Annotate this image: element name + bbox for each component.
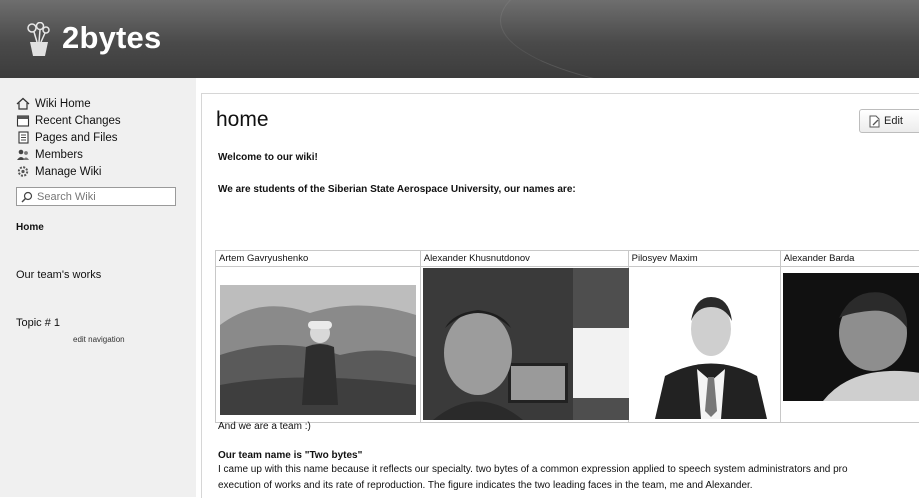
photo-cell [420,267,628,423]
nav-manage-wiki[interactable]: Manage Wiki [16,163,101,180]
nav-recent-changes[interactable]: Recent Changes [16,112,121,129]
table-photo-row [216,267,919,423]
pages-icon [16,131,30,144]
sidebar: Wiki Home Recent Changes Pages and Files… [0,78,196,497]
paragraph-2: execution of works and its rate of repro… [218,480,753,491]
edit-navigation-link[interactable]: edit navigation [73,335,125,344]
team-member-name: Alexander Khusnutdonov [420,251,628,267]
site-header: 2bytes [0,0,919,78]
edit-button[interactable]: Edit [859,109,919,133]
nav-label: Members [35,149,83,161]
search-box[interactable] [16,187,176,206]
nav-label: Manage Wiki [35,166,101,178]
page-title: home [216,108,269,132]
member-photo-pilosyev [655,281,767,419]
house-icon [16,97,30,110]
members-icon [16,148,30,161]
calendar-icon [16,114,30,127]
member-photo-artem [220,285,416,415]
sidebar-link-team-works[interactable]: Our team's works [16,269,101,281]
team-member-name: Pilosyev Maxim [628,251,780,267]
member-photo-alexander-b [783,273,919,401]
site-title[interactable]: 2bytes [62,20,161,56]
sidebar-link-home[interactable]: Home [16,222,44,233]
plant-pot-icon[interactable] [26,22,52,58]
nav-pages-and-files[interactable]: Pages and Files [16,129,117,146]
gear-icon [16,165,30,178]
content-area: home Edit Welcome to our wiki! We are st… [201,93,919,498]
sidebar-link-topic-1[interactable]: Topic # 1 [16,317,60,329]
edit-button-label: Edit [884,115,903,127]
paragraph-1: I came up with this name because it refl… [218,464,848,475]
welcome-text: Welcome to our wiki! [218,152,318,163]
member-photo-alexander-k [423,268,629,420]
intro-text: We are students of the Siberian State Ae… [218,184,576,195]
header-decoration [500,0,919,78]
search-input[interactable] [37,191,172,203]
nav-label: Wiki Home [35,98,91,110]
team-line: And we are a team :) [218,421,311,432]
table-header-row: Artem Gavryushenko Alexander Khusnutdono… [216,251,919,267]
search-icon [21,191,33,203]
team-member-name: Artem Gavryushenko [216,251,421,267]
photo-cell [780,267,919,423]
edit-page-icon [868,115,881,128]
photo-cell [216,267,421,423]
team-name-heading: Our team name is "Two bytes" [218,450,362,461]
team-member-name: Alexander Barda [780,251,919,267]
photo-cell [628,267,780,423]
nav-wiki-home[interactable]: Wiki Home [16,95,91,112]
nav-label: Recent Changes [35,115,121,127]
nav-members[interactable]: Members [16,146,83,163]
team-table: Artem Gavryushenko Alexander Khusnutdono… [215,250,919,423]
nav-label: Pages and Files [35,132,117,144]
